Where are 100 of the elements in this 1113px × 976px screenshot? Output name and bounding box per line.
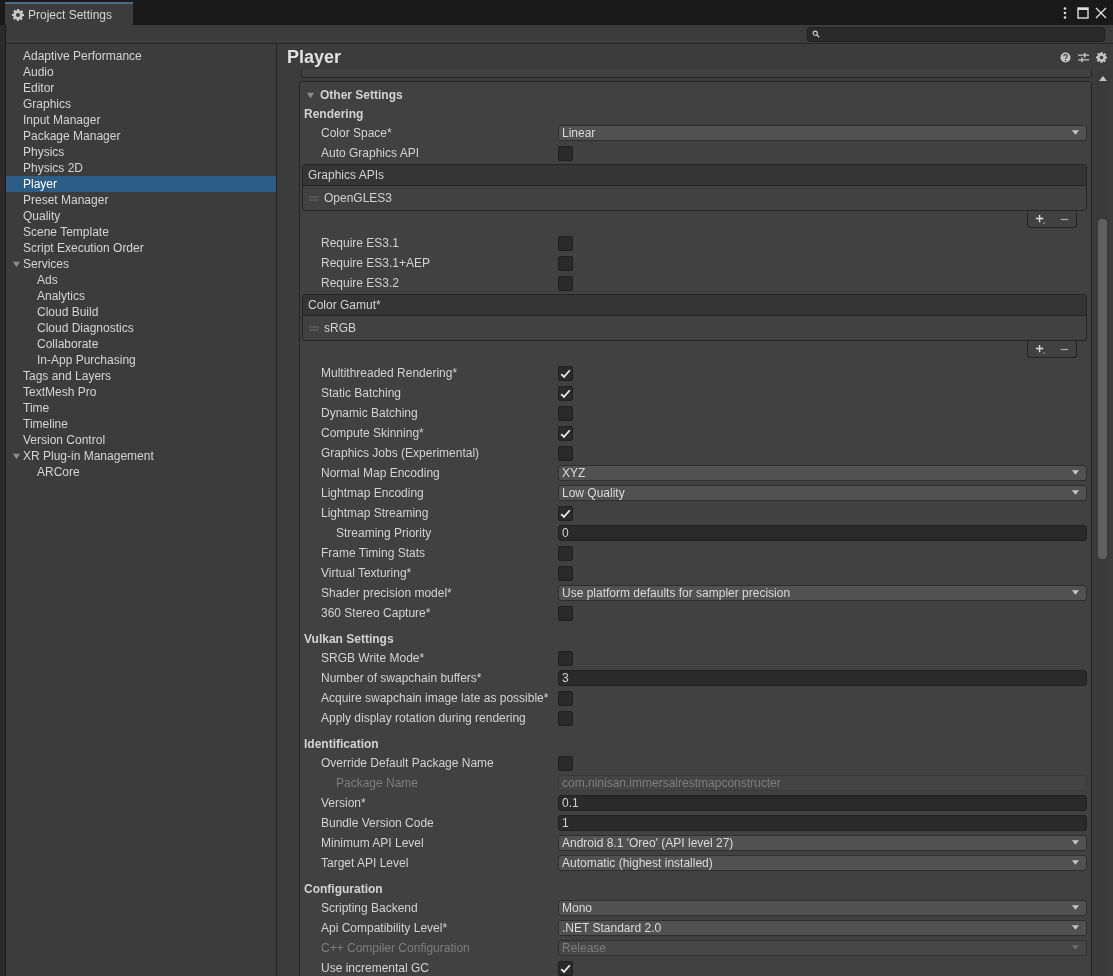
checkbox[interactable] [558, 145, 573, 161]
checkbox[interactable] [558, 385, 573, 401]
checkbox[interactable] [558, 235, 573, 251]
checkbox[interactable] [558, 255, 573, 271]
group-heading: Rendering [303, 105, 365, 123]
checkbox[interactable] [558, 505, 573, 521]
sidebar-item[interactable]: Timeline [6, 416, 276, 432]
list-header: Graphics APIs [303, 165, 1086, 186]
sidebar-item[interactable]: Package Manager [6, 128, 276, 144]
checkbox[interactable] [558, 565, 573, 581]
sidebar-item[interactable]: Graphics [6, 96, 276, 112]
sidebar-item[interactable]: Tags and Layers [6, 368, 276, 384]
help-icon[interactable] [1060, 51, 1071, 63]
sidebar-item[interactable]: Audio [6, 64, 276, 80]
checkbox[interactable] [558, 710, 573, 726]
search-field[interactable] [807, 26, 1105, 42]
sidebar-item[interactable]: XR Plug-in Management [6, 448, 276, 464]
sidebar-item[interactable]: Ads [6, 272, 276, 288]
sidebar-item[interactable]: Cloud Build [6, 304, 276, 320]
checkbox[interactable] [558, 545, 573, 561]
checkbox[interactable] [558, 605, 573, 621]
dropdown[interactable]: Use platform defaults for sampler precision [558, 585, 1087, 601]
add-icon[interactable] [1034, 343, 1046, 355]
dropdown[interactable]: Linear [558, 125, 1087, 141]
sidebar-item[interactable]: Version Control [6, 432, 276, 448]
checkbox[interactable] [558, 425, 573, 441]
sidebar-item[interactable]: Adaptive Performance [6, 48, 276, 64]
checkbox[interactable] [558, 690, 573, 706]
field-label: Override Default Package Name [320, 756, 495, 770]
dropdown[interactable]: Mono [558, 900, 1087, 916]
dropdown[interactable]: Automatic (highest installed) [558, 855, 1087, 871]
sidebar-item[interactable]: Cloud Diagnostics [6, 320, 276, 336]
sidebar-item[interactable]: Analytics [6, 288, 276, 304]
text-field[interactable]: 0.1 [558, 795, 1087, 811]
window-tab[interactable]: Project Settings [5, 2, 133, 25]
field-label: Acquire swapchain image late as possible* [320, 691, 550, 705]
section-title[interactable]: Other Settings [320, 88, 403, 102]
field-label: Streaming Priority [335, 526, 433, 540]
text-field[interactable]: 1 [558, 815, 1087, 831]
settings-icon[interactable] [1096, 51, 1107, 63]
expand-arrow-icon[interactable] [12, 451, 21, 461]
dropdown[interactable]: .NET Standard 2.0 [558, 920, 1087, 936]
field-label: Compute Skinning* [320, 426, 425, 440]
field-label: Package Name [335, 776, 420, 790]
sidebar-item[interactable]: ARCore [6, 464, 276, 480]
sidebar-item[interactable]: TextMesh Pro [6, 384, 276, 400]
field-label: Target API Level [320, 856, 410, 870]
sidebar-item[interactable]: Preset Manager [6, 192, 276, 208]
group-heading: Identification [303, 735, 380, 753]
caret-icon [1071, 490, 1080, 496]
field-label: Virtual Texturing* [320, 566, 413, 580]
sidebar-item[interactable]: Physics [6, 144, 276, 160]
sliders-icon[interactable] [1078, 51, 1089, 63]
list-item[interactable]: sRGB [324, 321, 356, 335]
sidebar-item[interactable]: In-App Purchasing [6, 352, 276, 368]
caret-icon [1071, 470, 1080, 476]
dropdown[interactable]: Android 8.1 'Oreo' (API level 27) [558, 835, 1087, 851]
add-icon[interactable] [1034, 213, 1046, 225]
sidebar-item[interactable]: Services [6, 256, 276, 272]
expand-arrow-icon[interactable] [306, 90, 315, 100]
checkbox[interactable] [558, 755, 573, 771]
dropdown[interactable]: XYZ [558, 465, 1087, 481]
maximize-icon[interactable] [1077, 6, 1089, 19]
field-label: Version* [320, 796, 367, 810]
expand-arrow-icon[interactable] [12, 259, 21, 269]
field-label: Apply display rotation during rendering [320, 711, 527, 725]
field-label: Normal Map Encoding [320, 466, 441, 480]
more-options-icon[interactable] [1063, 6, 1067, 19]
checkbox[interactable] [558, 650, 573, 666]
text-field[interactable]: 0 [558, 525, 1087, 541]
sidebar-item[interactable]: Editor [6, 80, 276, 96]
text-field[interactable]: 3 [558, 670, 1087, 686]
sidebar-item[interactable]: Collaborate [6, 336, 276, 352]
sidebar-item[interactable]: Input Manager [6, 112, 276, 128]
field-label: Graphics Jobs (Experimental) [320, 446, 481, 460]
sidebar-item[interactable]: Player [6, 176, 276, 192]
checkbox[interactable] [558, 960, 573, 976]
checkbox[interactable] [558, 405, 573, 421]
scroll-up-icon[interactable] [1098, 76, 1107, 81]
caret-icon [1071, 840, 1080, 846]
field-label: Minimum API Level [320, 836, 425, 850]
field-label: Shader precision model* [320, 586, 453, 600]
group-heading: Vulkan Settings [303, 630, 395, 648]
sidebar-item[interactable]: Physics 2D [6, 160, 276, 176]
checkbox[interactable] [558, 275, 573, 291]
sidebar-item[interactable]: Scene Template [6, 224, 276, 240]
checkbox[interactable] [558, 445, 573, 461]
sidebar-item[interactable]: Time [6, 400, 276, 416]
checkbox[interactable] [558, 365, 573, 381]
list-item[interactable]: OpenGLES3 [324, 191, 393, 205]
sidebar-item[interactable]: Quality [6, 208, 276, 224]
scrollbar-thumb[interactable] [1098, 219, 1107, 559]
caret-icon [1071, 905, 1080, 911]
field-label: Auto Graphics API [320, 146, 421, 160]
sidebar-item[interactable]: Script Execution Order [6, 240, 276, 256]
field-label: Dynamic Batching [320, 406, 419, 420]
close-icon[interactable] [1095, 6, 1107, 19]
field-label: Bundle Version Code [320, 816, 435, 830]
field-label: Number of swapchain buffers* [320, 671, 483, 685]
dropdown[interactable]: Low Quality [558, 485, 1087, 501]
